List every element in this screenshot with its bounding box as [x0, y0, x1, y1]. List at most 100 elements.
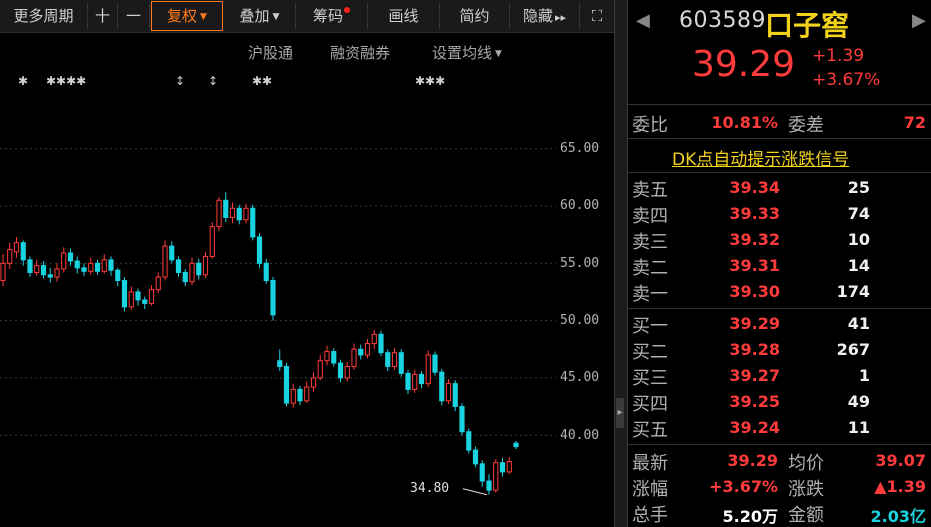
candle-body — [256, 236, 263, 264]
candle-body — [196, 262, 202, 276]
bid-price: 39.28 — [729, 340, 780, 359]
candlestick-chart[interactable]: ✱ ✱✱✱✱ ↕ ↕ ✱✱ ✱✱✱ — [0, 66, 614, 527]
quote-panel: ◀ ▶ 603589 口子窖 39.29 +1.39 +3.67% 委比 10.… — [628, 0, 931, 527]
candle-body — [20, 242, 26, 261]
weicha-value: 72 — [903, 113, 926, 132]
candle-body — [263, 262, 269, 281]
candle-body — [169, 245, 175, 261]
fullscreen-button[interactable]: ⛶ — [580, 3, 614, 29]
bid-label: 买一 — [632, 316, 668, 337]
divider-line — [628, 104, 931, 105]
bid-volume: 1 — [858, 366, 870, 385]
hk-connect-link[interactable]: 沪股通 — [248, 42, 293, 63]
price-axis-label: 40.00 — [560, 428, 600, 443]
ask-price: 39.34 — [729, 178, 780, 197]
candle-body — [115, 269, 121, 281]
ask-label: 卖三 — [632, 232, 668, 253]
crosshair-button[interactable]: 十 — [88, 3, 118, 29]
adjust-button[interactable]: 复权 ▼ — [151, 1, 223, 31]
candle-body — [344, 365, 350, 379]
candle-body — [385, 352, 391, 367]
ask-volume: 74 — [847, 204, 870, 223]
prev-stock-icon[interactable]: ◀ — [636, 10, 650, 31]
latest-value: 39.29 — [727, 451, 778, 470]
candle-body — [398, 352, 404, 374]
candle-body — [432, 354, 438, 373]
ask-row: 卖一 39.30 174 — [628, 280, 931, 306]
low-arrow-line — [462, 488, 488, 496]
chips-button[interactable]: 筹码 — [296, 3, 368, 29]
next-stock-icon[interactable]: ▶ — [912, 10, 926, 31]
price-axis-label: 50.00 — [560, 313, 600, 328]
candle-body — [418, 373, 425, 385]
candle-body — [216, 199, 222, 228]
crosshair-label: 十 — [94, 7, 110, 25]
chevron-down-icon: ▼ — [200, 12, 207, 22]
ma-settings-link[interactable]: 设置均线 ▼ — [432, 42, 502, 63]
candle-body — [310, 377, 317, 388]
candle-body — [142, 299, 148, 304]
candle-body — [351, 348, 357, 367]
event-marker-icon: ✱✱✱✱ — [46, 74, 86, 88]
weibi-value: 10.81% — [711, 113, 778, 132]
weibi-label: 委比 — [632, 115, 668, 136]
collapse-handle-icon[interactable]: ▸ — [616, 398, 624, 428]
dk-signal-link[interactable]: DK点自动提示涨跌信号 — [672, 145, 849, 170]
candle-body — [297, 388, 303, 402]
candles — [0, 192, 519, 495]
price-axis-label: 60.00 — [560, 198, 600, 213]
pct-value: +3.67% — [709, 477, 778, 496]
stock-code: 603589 — [679, 8, 766, 33]
candle-body — [108, 259, 114, 271]
ask-row: 卖二 39.31 14 — [628, 254, 931, 280]
candle-body — [466, 431, 472, 451]
bid-price: 39.25 — [729, 392, 780, 411]
weicha-label: 委差 — [788, 115, 824, 136]
avg-price-label: 均价 — [788, 453, 824, 474]
bid-row: 买五 39.24 11 — [628, 416, 931, 442]
bid-row: 买一 39.29 41 — [628, 312, 931, 338]
candle-body — [493, 462, 499, 491]
hide-button[interactable]: 隐藏 ▸▸ — [510, 3, 580, 29]
divider-line — [628, 444, 931, 445]
candle-body — [412, 373, 418, 390]
change-amount: +1.39 — [812, 46, 865, 66]
candle-body — [13, 242, 20, 253]
ask-volume: 14 — [847, 256, 870, 275]
candle-body — [67, 252, 74, 262]
bid-volume: 267 — [836, 340, 870, 359]
draw-line-button[interactable]: 画线 — [368, 3, 440, 29]
candle-body — [358, 348, 364, 356]
margin-trading-link[interactable]: 融资融券 — [330, 42, 390, 63]
candle-body — [479, 463, 485, 482]
price-axis-label: 65.00 — [560, 141, 600, 156]
line-button[interactable]: 一 — [118, 3, 150, 29]
more-periods-button[interactable]: 更多周期 — [0, 3, 88, 29]
bid-label: 买二 — [632, 342, 668, 363]
volume-label: 总手 — [632, 505, 668, 526]
bid-price: 39.24 — [729, 418, 780, 437]
candle-body — [74, 260, 80, 269]
candle-body — [94, 262, 101, 272]
bid-volume: 11 — [847, 418, 870, 437]
bid-volume: 49 — [847, 392, 870, 411]
simple-button[interactable]: 简约 — [440, 3, 510, 29]
candle-body — [283, 365, 290, 404]
bid-label: 买五 — [632, 420, 668, 441]
candle-body — [236, 207, 242, 221]
candle-body — [425, 354, 431, 385]
overlay-button[interactable]: 叠加 ▼ — [224, 3, 296, 29]
candle-body — [506, 461, 512, 473]
candle-body — [7, 249, 13, 264]
divider-line — [628, 138, 931, 139]
pct-label: 涨幅 — [632, 479, 668, 500]
panel-divider[interactable] — [614, 0, 628, 527]
candle-body — [40, 265, 47, 276]
ask-label: 卖二 — [632, 258, 668, 279]
candle-body — [277, 360, 283, 367]
candle-body — [513, 442, 519, 448]
candle-body — [250, 207, 256, 238]
ask-label: 卖一 — [632, 284, 668, 305]
candle-body — [81, 267, 87, 272]
candle-body — [452, 383, 458, 408]
